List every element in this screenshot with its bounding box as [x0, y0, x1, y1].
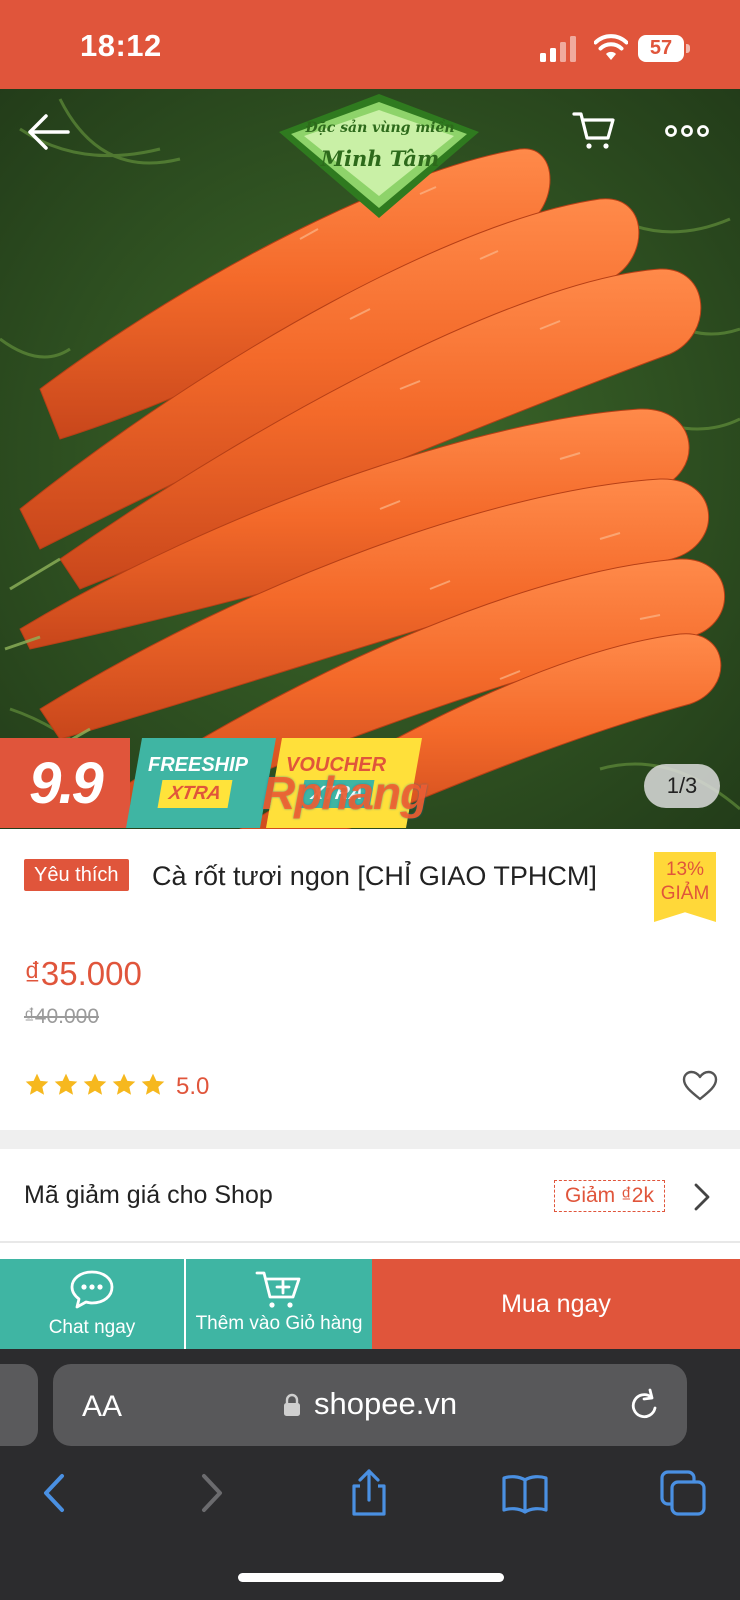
- more-dots-icon: [665, 125, 709, 137]
- wifi-icon: [593, 34, 629, 62]
- sale-label: 9.9: [29, 750, 104, 816]
- cart-button[interactable]: [572, 108, 616, 152]
- add-to-cart-icon: [255, 1269, 303, 1316]
- add-to-cart-label: Thêm vào Giỏ hàng: [195, 1313, 363, 1334]
- previous-tab-stub[interactable]: [0, 1364, 38, 1446]
- share-icon[interactable]: [344, 1468, 394, 1518]
- row-divider: [0, 1241, 740, 1243]
- star-icon: [141, 1073, 165, 1095]
- status-time: 18:12: [80, 28, 162, 63]
- rating-stars: [24, 1072, 166, 1102]
- bookmarks-icon[interactable]: [500, 1468, 550, 1518]
- chat-now-button[interactable]: Chat ngay: [0, 1259, 184, 1349]
- discount-label: GIẢM: [660, 883, 710, 904]
- sale-9-9-badge: 9.9: [0, 738, 130, 828]
- favorite-tag: Yêu thích: [24, 859, 129, 891]
- star-icon: [83, 1073, 107, 1095]
- shop-voucher-chip[interactable]: Giảm ₫2k: [554, 1180, 665, 1212]
- logo-line-2: Minh Tâm: [320, 146, 440, 171]
- section-divider: [0, 1130, 740, 1149]
- freeship-label: FREESHIP: [148, 754, 249, 776]
- current-price: ₫35.000: [24, 955, 142, 992]
- lock-icon: [283, 1393, 301, 1417]
- image-page-indicator: 1/3: [644, 764, 720, 808]
- discount-badge: 13% GIẢM: [654, 852, 716, 922]
- back-button[interactable]: [26, 110, 74, 154]
- battery-icon: 57: [638, 35, 690, 62]
- more-options-button[interactable]: [664, 118, 710, 144]
- freeship-xtra-label: XTRA: [157, 780, 233, 808]
- text-size-button[interactable]: AA: [82, 1390, 122, 1424]
- url-text: shopee.vn: [314, 1386, 458, 1421]
- discount-percent: 13%: [665, 859, 705, 880]
- browser-back-icon[interactable]: [30, 1468, 80, 1518]
- rating-value: 5.0: [176, 1073, 210, 1100]
- chevron-right-icon: [690, 1180, 714, 1214]
- original-price: ₫40.000: [24, 1005, 100, 1028]
- cellular-signal-icon: [540, 36, 578, 62]
- star-icon: [25, 1073, 49, 1095]
- back-arrow-icon: [28, 114, 70, 150]
- chat-bubble-icon: [68, 1269, 116, 1316]
- star-icon: [112, 1073, 136, 1095]
- home-indicator: [238, 1573, 504, 1582]
- watermark: Rphang: [262, 767, 428, 819]
- buy-now-button[interactable]: Mua ngay: [372, 1259, 740, 1349]
- chat-now-label: Chat ngay: [48, 1317, 136, 1338]
- favorite-heart-button[interactable]: [682, 1070, 718, 1102]
- reload-icon[interactable]: [628, 1388, 662, 1424]
- logo-line-1: Đặc sản vùng miền: [305, 120, 455, 136]
- cart-icon: [572, 112, 615, 149]
- add-to-cart-button[interactable]: Thêm vào Giỏ hàng: [186, 1259, 372, 1349]
- shop-voucher-label: Mã giảm giá cho Shop: [24, 1181, 273, 1209]
- star-icon: [54, 1073, 78, 1095]
- tabs-icon[interactable]: [658, 1468, 708, 1518]
- heart-icon: [682, 1070, 718, 1101]
- browser-forward-icon[interactable]: [186, 1468, 236, 1518]
- battery-level: 57: [649, 37, 673, 59]
